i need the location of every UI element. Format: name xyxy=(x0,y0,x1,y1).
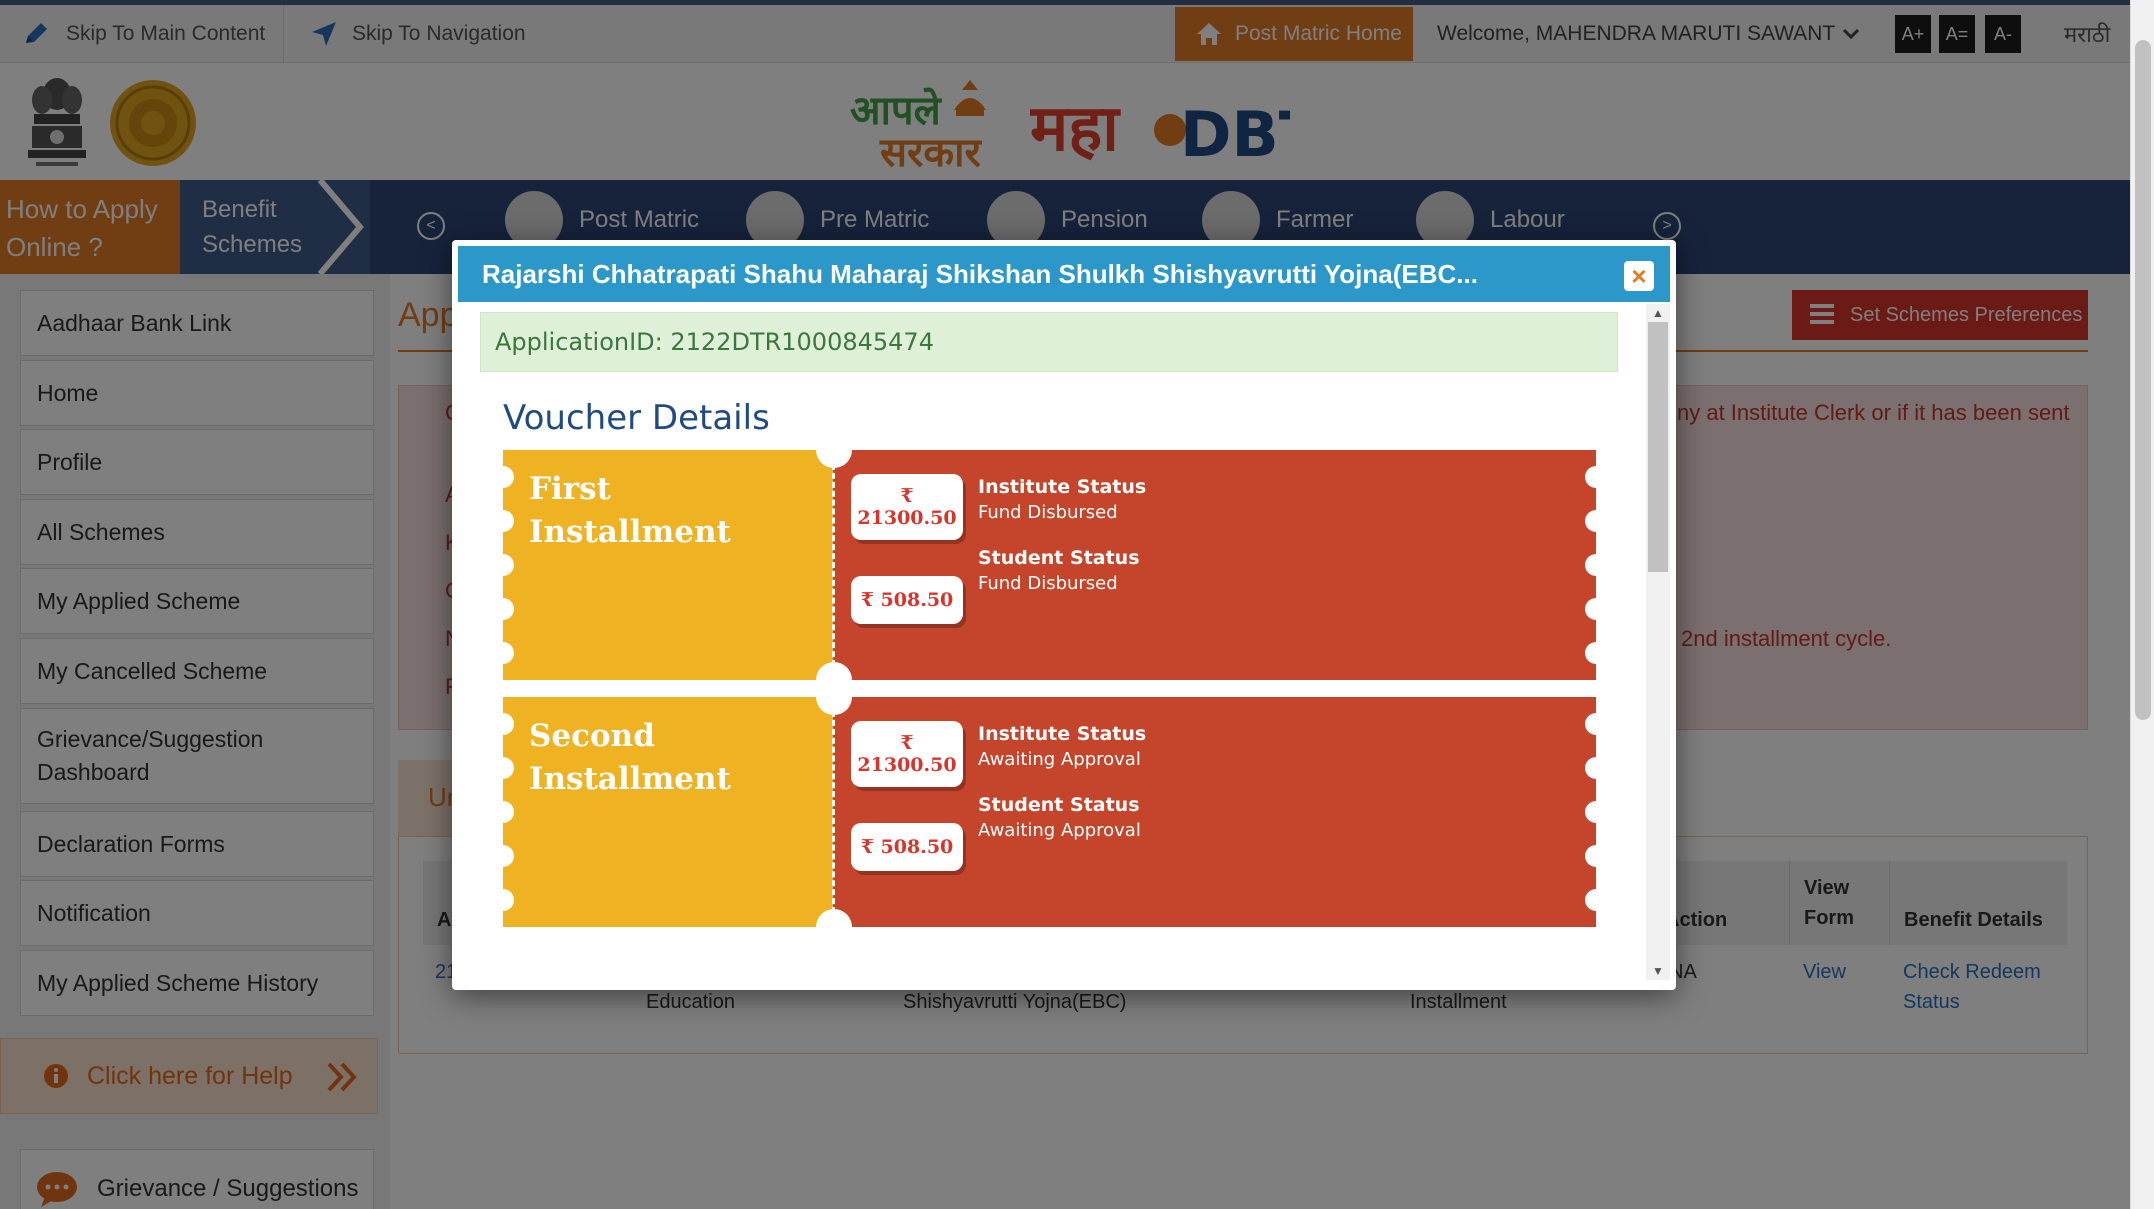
ticket-notch xyxy=(816,432,852,468)
page-scrollbar[interactable] xyxy=(2130,0,2154,1209)
institute-status-label: Institute Status xyxy=(978,723,1147,745)
close-icon: × xyxy=(1631,260,1647,291)
ticket-scallop xyxy=(492,801,514,823)
ticket-scallop xyxy=(492,466,514,488)
installment-title-line: Installment xyxy=(529,761,731,797)
ticket-scallop xyxy=(492,845,514,867)
close-button[interactable]: × xyxy=(1624,261,1654,291)
ticket-scallop xyxy=(1585,554,1607,576)
application-id-banner: ApplicationID: 2122DTR1000845474 xyxy=(480,312,1618,372)
student-status-value: Fund Disbursed xyxy=(978,573,1118,594)
modal-scrollbar-thumb[interactable] xyxy=(1648,322,1668,572)
installment-title: First Installment xyxy=(529,468,731,554)
ticket-scallop xyxy=(1585,598,1607,620)
institute-status-value: Fund Disbursed xyxy=(978,502,1118,523)
ticket-scallop xyxy=(1585,757,1607,779)
ticket-scallop xyxy=(492,510,514,532)
institute-amount-badge: ₹ 21300.50 xyxy=(851,721,963,787)
student-status-label: Student Status xyxy=(978,794,1140,816)
voucher-modal: Rajarshi Chhatrapati Shahu Maharaj Shiks… xyxy=(452,240,1676,990)
ticket-scallop xyxy=(492,598,514,620)
institute-status-value: Awaiting Approval xyxy=(978,749,1141,770)
modal-scrollbar[interactable]: ▲ ▼ xyxy=(1646,304,1670,980)
modal-body: ApplicationID: 2122DTR1000845474 Voucher… xyxy=(458,302,1644,982)
ticket-notch xyxy=(816,909,852,945)
voucher-ticket-second: Second Installment ₹ 21300.50 ₹ 508.50 I… xyxy=(492,679,1607,945)
ticket-scallop xyxy=(1585,889,1607,911)
student-status-value: Awaiting Approval xyxy=(978,820,1141,841)
student-amount-badge: ₹ 508.50 xyxy=(851,823,963,871)
student-amount-badge: ₹ 508.50 xyxy=(851,576,963,624)
institute-status-label: Institute Status xyxy=(978,476,1147,498)
modal-title: Rajarshi Chhatrapati Shahu Maharaj Shiks… xyxy=(482,258,1478,289)
ticket-scallop xyxy=(1585,642,1607,664)
scroll-up-arrow-icon[interactable]: ▲ xyxy=(1652,306,1664,320)
voucher-heading: Voucher Details xyxy=(503,398,770,438)
ticket-scallop xyxy=(1585,510,1607,532)
ticket-scallop xyxy=(1585,801,1607,823)
application-id-text: ApplicationID: 2122DTR1000845474 xyxy=(495,328,934,356)
ticket-scallop xyxy=(1585,466,1607,488)
ticket-scallop xyxy=(492,642,514,664)
installment-title: Second Installment xyxy=(529,715,731,801)
ticket-scallop xyxy=(492,554,514,576)
installment-title-line: Second xyxy=(529,718,655,754)
ticket-scallop xyxy=(492,713,514,735)
modal-header: Rajarshi Chhatrapati Shahu Maharaj Shiks… xyxy=(458,246,1670,302)
installment-title-line: Installment xyxy=(529,514,731,550)
voucher-ticket-first: First Installment ₹ 21300.50 ₹ 508.50 In… xyxy=(492,432,1607,698)
student-status-label: Student Status xyxy=(978,547,1140,569)
institute-amount-badge: ₹ 21300.50 xyxy=(851,474,963,540)
page-scrollbar-thumb[interactable] xyxy=(2135,40,2151,720)
ticket-notch xyxy=(816,679,852,715)
ticket-scallop xyxy=(492,889,514,911)
ticket-perforation xyxy=(832,464,835,666)
ticket-scallop xyxy=(1585,713,1607,735)
ticket-perforation xyxy=(832,711,835,913)
ticket-scallop xyxy=(492,757,514,779)
ticket-scallop xyxy=(1585,845,1607,867)
installment-title-line: First xyxy=(529,471,611,507)
scroll-down-arrow-icon[interactable]: ▼ xyxy=(1652,964,1664,978)
